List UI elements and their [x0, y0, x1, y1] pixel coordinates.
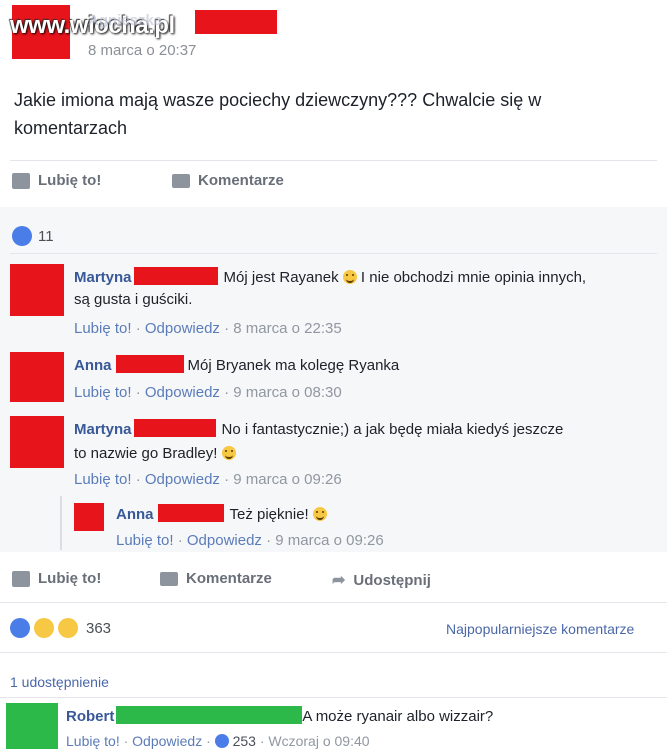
comment-like-link[interactable]: Lubię to! [74, 320, 132, 337]
like-count[interactable]: 11 [12, 226, 54, 246]
thumbs-up-icon [12, 172, 30, 189]
comment-3: Martyna No i fantastycznie;) a jak będę m… [74, 419, 564, 462]
comment-robert-meta: Lubię to! · Odpowiedz · 253 · Wczoraj o … [66, 733, 370, 749]
comment-button[interactable]: Komentarze [172, 172, 284, 189]
like-reaction-icon [12, 226, 32, 246]
comment-author[interactable]: Robert [66, 708, 114, 725]
name-redacted [133, 267, 218, 285]
comment-1-meta: Lubię to! · Odpowiedz · 8 marca o 22:35 [74, 320, 342, 337]
author-redacted [195, 10, 277, 34]
comment-like-link[interactable]: Lubię to! [66, 733, 120, 749]
reply-thread-line [60, 496, 62, 550]
comment-author[interactable]: Anna [116, 506, 154, 523]
comment-3-meta: Lubię to! · Odpowiedz · 9 marca o 09:26 [74, 471, 342, 488]
comment-like-link[interactable]: Lubię to! [74, 384, 132, 401]
comment-icon [160, 571, 178, 586]
post-date[interactable]: 8 marca o 20:37 [88, 42, 196, 59]
smile-emoji-icon [221, 446, 236, 460]
share-button[interactable]: ➦ Udostępnij [332, 570, 431, 590]
comment-author[interactable]: Anna [74, 357, 112, 374]
avatar-redacted [10, 352, 64, 402]
avatar-redacted [10, 416, 64, 468]
avatar-redacted [74, 503, 104, 531]
haha-reaction-icon [34, 618, 54, 638]
sad-reaction-icon [58, 618, 78, 638]
comment-reply-link[interactable]: Odpowiedz [132, 733, 202, 749]
post-author[interactable]: Agnieszka [88, 12, 162, 29]
name-redacted [116, 706, 303, 724]
post-text: Jakie imiona mają wasze pociechy dziewcz… [14, 90, 542, 138]
comment-reply-link[interactable]: Odpowiedz [145, 384, 220, 401]
sort-comments-dropdown[interactable]: Najpopularniejsze komentarze [446, 621, 634, 637]
comment-button[interactable]: Komentarze [160, 570, 272, 587]
avatar-redacted [10, 264, 64, 316]
like-button[interactable]: Lubię to! [12, 172, 101, 189]
name-redacted [133, 419, 216, 437]
comment-author[interactable]: Martyna [74, 421, 132, 438]
name-redacted [115, 355, 184, 373]
comment-robert: Robert A może ryanair albo wizzair? [66, 706, 494, 725]
like-reaction-icon [10, 618, 30, 638]
comment-reply-link[interactable]: Odpowiedz [145, 320, 220, 337]
reply-1: Anna Też pięknie! [116, 504, 327, 526]
comment-1: Martyna Mój jest Rayanek I nie obchodzi m… [74, 267, 587, 308]
comment-2-meta: Lubię to! · Odpowiedz · 9 marca o 08:30 [74, 384, 342, 401]
thumbs-up-icon [12, 570, 30, 587]
like-reaction-icon [214, 734, 229, 748]
comment-like-link[interactable]: Lubię to! [116, 532, 174, 549]
smile-emoji-icon [312, 507, 327, 521]
smile-emoji-icon [342, 270, 357, 284]
name-redacted [157, 504, 224, 522]
comment-author[interactable]: Martyna [74, 269, 132, 286]
comment-2: Anna Mój Bryanek ma kolegę Ryanka [74, 355, 400, 374]
like-button[interactable]: Lubię to! [12, 570, 101, 587]
comment-like-link[interactable]: Lubię to! [74, 471, 132, 488]
comment-reply-link[interactable]: Odpowiedz [187, 532, 262, 549]
avatar-redacted [6, 703, 58, 749]
shares-count[interactable]: 1 udostępnienie [10, 674, 109, 690]
reply-1-meta: Lubię to! · Odpowiedz · 9 marca o 09:26 [116, 532, 384, 549]
comment-reply-link[interactable]: Odpowiedz [145, 471, 220, 488]
reaction-count[interactable]: 363 [10, 618, 111, 638]
comment-icon [172, 173, 190, 188]
share-arrow-icon: ➦ [332, 572, 346, 589]
